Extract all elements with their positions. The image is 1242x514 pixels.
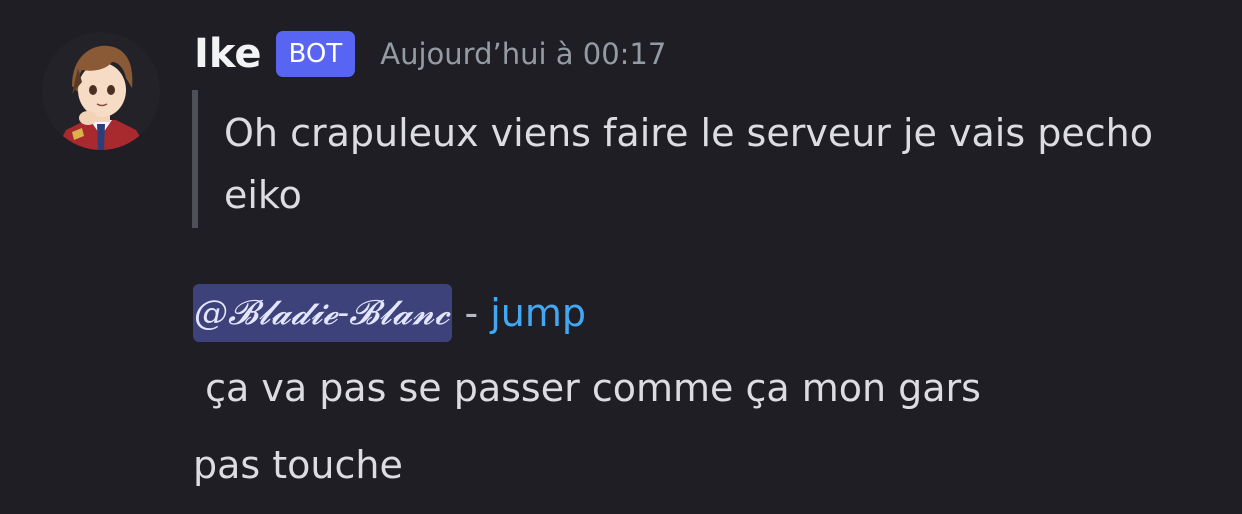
user-avatar[interactable] — [42, 32, 160, 150]
message-text-line: ça va pas se passer comme ça mon gars — [193, 366, 981, 410]
bot-badge: BOT — [275, 31, 356, 77]
reply-separator: - — [464, 291, 479, 335]
chat-message: Ike BOT Aujourd’hui à 00:17 Oh crapuleux… — [0, 0, 1242, 514]
quote-block: Oh crapuleux viens faire le serveur je v… — [192, 90, 1202, 228]
user-mention[interactable]: @𝓑𝓵𝓪𝓭𝓲𝓮-𝓑𝓵𝓪𝓷𝓬 — [193, 284, 453, 342]
message-text-line: pas touche — [193, 443, 403, 487]
message-timestamp[interactable]: Aujourd’hui à 00:17 — [380, 37, 666, 71]
reply-line: @𝓑𝓵𝓪𝓭𝓲𝓮-𝓑𝓵𝓪𝓷𝓬 - jump — [193, 284, 586, 342]
author-name[interactable]: Ike — [194, 31, 262, 77]
jump-link[interactable]: jump — [490, 291, 586, 335]
message-header: Ike BOT Aujourd’hui à 00:17 — [194, 26, 666, 82]
anime-boy-avatar-icon — [42, 32, 160, 150]
